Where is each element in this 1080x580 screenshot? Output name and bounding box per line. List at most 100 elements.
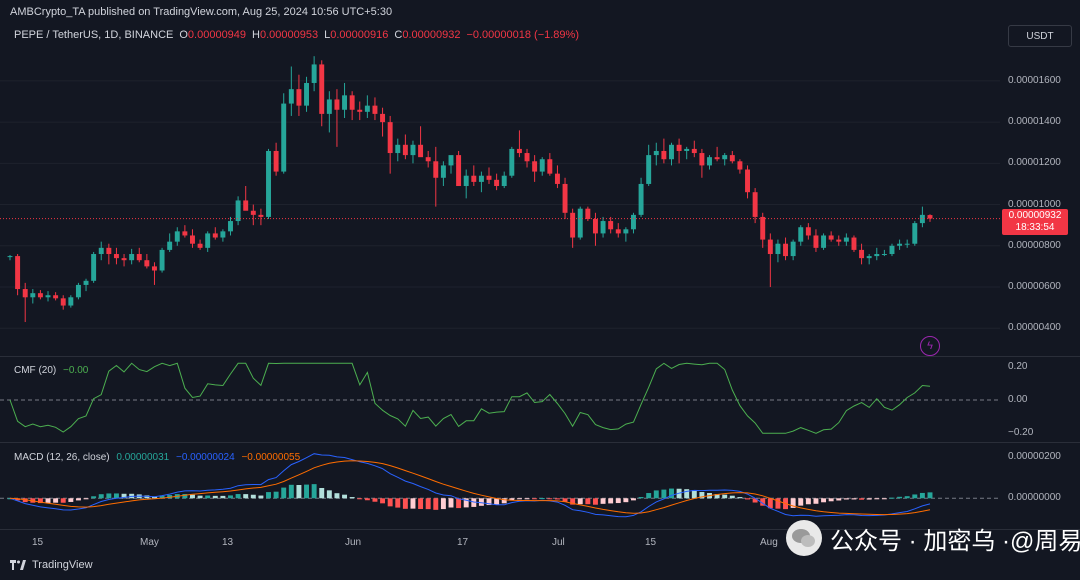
candle-body bbox=[15, 256, 21, 290]
candle-body bbox=[691, 148, 697, 154]
candle-body bbox=[600, 221, 606, 234]
macd-histogram-bar bbox=[722, 494, 728, 499]
candle-body bbox=[258, 214, 264, 217]
candle-body bbox=[106, 247, 112, 255]
brand-label: TradingView bbox=[32, 559, 93, 571]
macd-histogram-bar bbox=[45, 498, 51, 503]
macd-histogram-bar bbox=[205, 495, 211, 499]
candle-body bbox=[745, 169, 750, 193]
candle-body bbox=[357, 109, 363, 112]
wechat-icon bbox=[786, 520, 822, 556]
price-tick-label: 0.00001000 bbox=[1008, 198, 1061, 210]
macd-histogram-bar bbox=[592, 498, 598, 505]
candle-body bbox=[904, 243, 910, 245]
price-chart[interactable] bbox=[0, 0, 1080, 580]
candle-body bbox=[623, 229, 629, 234]
candle-body bbox=[562, 183, 568, 213]
time-tick-label: 15 bbox=[32, 537, 44, 548]
candle-body bbox=[874, 254, 880, 257]
candle-body bbox=[7, 256, 13, 258]
candle-body bbox=[440, 165, 446, 178]
candle-body bbox=[30, 293, 36, 298]
macd-histogram-bar bbox=[349, 497, 355, 499]
candle-body bbox=[532, 161, 538, 172]
macd-histogram-bar bbox=[881, 498, 887, 500]
macd-histogram-bar bbox=[608, 498, 614, 504]
candle-body bbox=[722, 155, 728, 160]
macd-histogram-bar bbox=[684, 489, 690, 499]
candle-body bbox=[783, 243, 789, 257]
macd-histogram-bar bbox=[866, 498, 872, 500]
candle-body bbox=[570, 212, 576, 238]
candle-body bbox=[311, 64, 317, 83]
candle-body bbox=[273, 150, 279, 172]
tradingview-logo-icon bbox=[10, 560, 26, 570]
candle-body bbox=[151, 266, 157, 271]
macd-histogram-bar bbox=[661, 489, 667, 499]
candle-body bbox=[684, 148, 690, 151]
pane-divider[interactable] bbox=[0, 356, 1080, 357]
flash-icon[interactable]: ϟ bbox=[920, 336, 940, 356]
macd-histogram-bar bbox=[258, 495, 264, 499]
candle-body bbox=[577, 208, 583, 238]
time-tick-label: Aug bbox=[760, 537, 778, 548]
candle-body bbox=[927, 215, 933, 219]
candle-body bbox=[752, 192, 758, 217]
price-tick-label: 0.00001400 bbox=[1008, 116, 1061, 128]
macd-histogram-bar bbox=[623, 498, 629, 503]
macd-histogram-bar bbox=[83, 498, 89, 500]
macd-histogram-bar bbox=[737, 497, 743, 499]
macd-name: MACD (12, 26, close) bbox=[14, 452, 110, 463]
macd-histogram-bar bbox=[631, 498, 636, 501]
macd-histogram-bar bbox=[418, 498, 424, 509]
candle-body bbox=[418, 144, 424, 158]
macd-histogram-bar bbox=[250, 494, 256, 499]
candle-body bbox=[75, 284, 81, 298]
candle-body bbox=[592, 218, 598, 234]
macd-histogram-bar bbox=[273, 491, 279, 499]
candle-body bbox=[478, 175, 484, 182]
time-tick-label: Jul bbox=[552, 537, 565, 548]
macd-histogram-bar bbox=[615, 498, 621, 504]
candle-body bbox=[304, 82, 309, 106]
macd-histogram-bar bbox=[539, 498, 545, 500]
candle-body bbox=[342, 95, 348, 110]
candle-body bbox=[669, 144, 674, 160]
macd-histogram-bar bbox=[304, 484, 309, 499]
candle-body bbox=[425, 157, 431, 162]
macd-histogram-bar bbox=[516, 498, 522, 500]
macd-histogram-bar bbox=[433, 498, 439, 510]
price-tick-label: 0.00001600 bbox=[1008, 74, 1061, 86]
time-tick-label: 13 bbox=[222, 537, 234, 548]
macd-histogram-bar bbox=[524, 498, 530, 500]
candle-body bbox=[516, 148, 522, 154]
candle-body bbox=[509, 148, 515, 176]
candle-body bbox=[402, 144, 408, 156]
pane-divider[interactable] bbox=[0, 442, 1080, 443]
tradingview-brand[interactable]: TradingView bbox=[10, 559, 93, 571]
candle-body bbox=[456, 155, 462, 187]
candle-body bbox=[395, 144, 401, 154]
cmf-name: CMF (20) bbox=[14, 365, 57, 376]
macd-histogram-bar bbox=[729, 495, 735, 499]
macd-histogram-bar bbox=[228, 495, 233, 499]
macd-histogram-bar bbox=[68, 498, 74, 502]
macd-histogram-bar bbox=[91, 496, 97, 499]
candle-body bbox=[212, 233, 218, 238]
candle-body bbox=[113, 254, 119, 259]
candle-body bbox=[836, 239, 842, 242]
candle-body bbox=[205, 233, 211, 248]
cmf-tick-label: 0.00 bbox=[1008, 394, 1028, 405]
macd-histogram-bar bbox=[235, 494, 241, 499]
candle-body bbox=[53, 295, 59, 299]
candle-body bbox=[881, 254, 887, 256]
macd-histogram-bar bbox=[402, 498, 408, 509]
candle-body bbox=[897, 243, 903, 246]
candle-body bbox=[653, 150, 659, 156]
macd-histogram-bar bbox=[927, 492, 933, 499]
candle-body bbox=[813, 235, 819, 248]
candle-body bbox=[760, 216, 766, 240]
macd-histogram-bar bbox=[745, 498, 750, 500]
candle-body bbox=[372, 105, 378, 114]
candle-body bbox=[615, 229, 621, 234]
